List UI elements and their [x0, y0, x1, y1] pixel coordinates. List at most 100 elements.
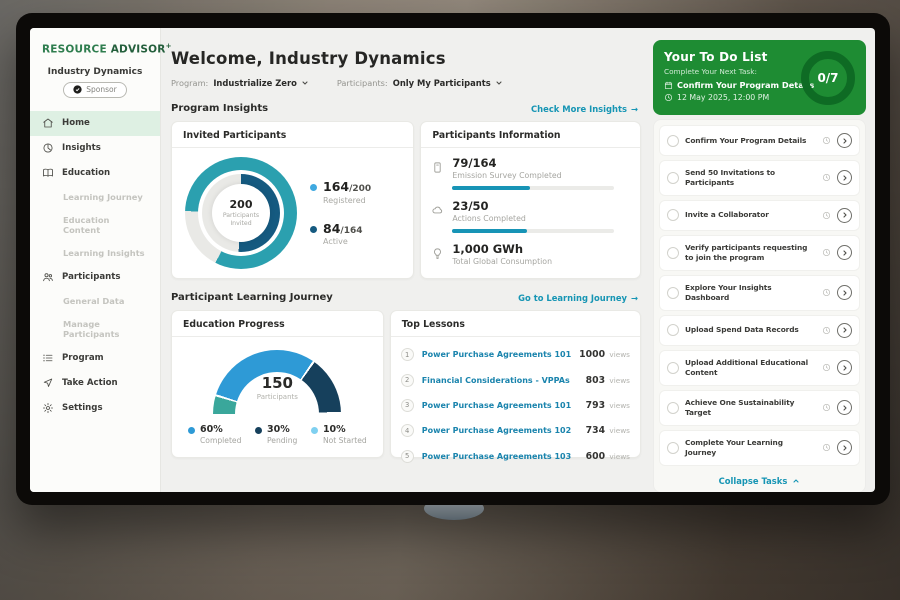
learning-cards-row: Education Progress 150 Participants 60%C…: [171, 310, 641, 458]
info-value: 79/164: [452, 157, 614, 170]
check-more-insights-label: Check More Insights: [531, 104, 627, 114]
sidebar-item-label: Education Content: [63, 215, 148, 235]
info-row-text: 23/50Actions Completed: [452, 200, 614, 233]
sidebar-item-settings[interactable]: Settings: [30, 396, 160, 421]
education-icon: [42, 167, 54, 179]
chevron-up-icon: [792, 477, 800, 485]
todo-checkbox[interactable]: [667, 324, 679, 336]
sidebar-item-participants[interactable]: Participants: [30, 265, 160, 290]
todo-item-upload-spend-data-records[interactable]: Upload Spend Data Records: [659, 315, 860, 346]
donut-center-label: Participants Invited: [219, 212, 263, 228]
take-action-icon: [42, 377, 54, 389]
gauge-legend-item: 10%Not Started: [311, 425, 367, 445]
sidebar-item-manage-participants[interactable]: Manage Participants: [30, 313, 160, 346]
todo-checkbox[interactable]: [667, 209, 679, 221]
sidebar-item-learning-journey[interactable]: Learning Journey: [30, 186, 160, 209]
todo-checkbox[interactable]: [667, 247, 679, 259]
lesson-link[interactable]: Power Purchase Agreements 101: [422, 401, 578, 410]
info-label: Actions Completed: [452, 214, 614, 223]
todo-item-label: Upload Additional Educational Content: [685, 358, 816, 378]
gauge-center: 150 Participants: [213, 374, 341, 401]
todo-checkbox[interactable]: [667, 402, 679, 414]
todo-checkbox[interactable]: [667, 287, 679, 299]
info-label: Total Global Consumption: [452, 257, 552, 266]
sidebar-nav: Home InsightsEducationLearning Journey Edu…: [30, 111, 160, 421]
sidebar-item-learning-insights[interactable]: Learning Insights: [30, 242, 160, 265]
participants-filter-select[interactable]: Only My Participants: [393, 78, 503, 88]
sponsor-badge-label: Sponsor: [86, 85, 116, 94]
todo-item-confirm-your-program-details[interactable]: Confirm Your Program Details: [659, 125, 860, 156]
sidebar-item-education-content[interactable]: Education Content: [30, 209, 160, 242]
lesson-link[interactable]: Power Purchase Agreements 101: [422, 350, 571, 359]
sidebar-item-general-data[interactable]: General Data: [30, 290, 160, 313]
legend-dot-icon: [188, 427, 195, 434]
todo-checkbox[interactable]: [667, 362, 679, 374]
todo-item-open-button[interactable]: [837, 245, 852, 260]
sidebar-item-take-action[interactable]: Take Action: [30, 371, 160, 396]
sidebar-item-insights[interactable]: Insights: [30, 136, 160, 161]
todo-progress-value: 0/7: [817, 71, 838, 85]
invited-participants-title: Invited Participants: [172, 122, 413, 148]
filter-bar: Program: Industrialize Zero Participants…: [171, 78, 641, 88]
lesson-views: 1000 views: [579, 349, 630, 360]
todo-item-label: Invite a Collaborator: [685, 210, 816, 220]
lesson-views: 734 views: [586, 425, 630, 436]
logo-advisor: ADVISOR: [111, 44, 166, 56]
todo-checkbox[interactable]: [667, 135, 679, 147]
donut-legend: 164/200Registered84/164Active: [310, 180, 371, 247]
todo-header-left: Your To Do List Complete Your Next Task:…: [664, 50, 795, 105]
info-value: 1,000 GWh: [452, 243, 552, 256]
clock-icon: [822, 403, 831, 412]
education-gauge-chart: 150 Participants: [213, 350, 341, 414]
lesson-link[interactable]: Power Purchase Agreements 102: [422, 426, 578, 435]
clock-icon: [822, 288, 831, 297]
todo-item-verify-participants-requesting-to-join-the-program[interactable]: Verify participants requesting to join t…: [659, 235, 860, 271]
education-progress-title: Education Progress: [172, 311, 383, 337]
lesson-link[interactable]: Power Purchase Agreements 103: [422, 452, 578, 461]
lesson-rank-badge: 5: [401, 450, 414, 463]
todo-next-time-row: 12 May 2025, 12:00 PM: [664, 93, 795, 102]
todo-item-open-button[interactable]: [837, 323, 852, 338]
todo-item-open-button[interactable]: [837, 170, 852, 185]
lesson-link[interactable]: Financial Considerations - VPPAs: [422, 376, 578, 385]
todo-item-achieve-one-sustainability-target[interactable]: Achieve One Sustainability Target: [659, 390, 860, 426]
todo-item-open-button[interactable]: [837, 360, 852, 375]
check-more-insights-link[interactable]: Check More Insights →: [531, 104, 638, 114]
program-insights-title: Program Insights: [171, 103, 268, 114]
progress-bar-track: [452, 186, 614, 190]
top-lessons-title: Top Lessons: [391, 311, 640, 337]
todo-checkbox[interactable]: [667, 172, 679, 184]
bulb-icon: [431, 245, 444, 258]
insights-cards-row: Invited Participants 200 Participants In…: [171, 121, 641, 279]
participants-filter: Participants: Only My Participants: [337, 78, 503, 88]
todo-item-invite-a-collaborator[interactable]: Invite a Collaborator: [659, 200, 860, 231]
sponsor-badge-icon: [73, 85, 82, 94]
todo-item-open-button[interactable]: [837, 133, 852, 148]
program-filter-select[interactable]: Industrialize Zero: [213, 78, 309, 88]
sidebar-item-program[interactable]: Program: [30, 346, 160, 371]
go-to-learning-journey-link[interactable]: Go to Learning Journey →: [518, 293, 638, 303]
todo-item-explore-your-insights-dashboard[interactable]: Explore Your Insights Dashboard: [659, 275, 860, 311]
sidebar-item-education[interactable]: Education: [30, 161, 160, 186]
sidebar-item-label: Home: [62, 118, 90, 128]
collapse-tasks-link[interactable]: Collapse Tasks: [659, 470, 860, 491]
todo-item-open-button[interactable]: [837, 285, 852, 300]
sidebar-item-home[interactable]: Home: [30, 111, 160, 136]
todo-next-task-row: Confirm Your Program Details: [664, 80, 795, 90]
todo-item-complete-your-learning-journey[interactable]: Complete Your Learning Journey: [659, 430, 860, 466]
program-filter-value: Industrialize Zero: [213, 78, 297, 88]
lesson-row: 1Power Purchase Agreements 1011000 views: [401, 342, 630, 367]
todo-item-upload-additional-educational-content[interactable]: Upload Additional Educational Content: [659, 350, 860, 386]
logo-resource: RESOURCE: [42, 44, 107, 56]
todo-item-send-50-invitations-to-participants[interactable]: Send 50 Invitations to Participants: [659, 160, 860, 196]
gauge-legend-value: 10%: [323, 425, 367, 435]
arrow-right-icon: →: [631, 104, 638, 114]
todo-item-open-button[interactable]: [837, 440, 852, 455]
sidebar-item-label: Manage Participants: [63, 319, 148, 339]
survey-icon: [431, 159, 444, 172]
clock-icon: [822, 443, 831, 452]
gauge-legend-value: 30%: [267, 425, 297, 435]
todo-item-open-button[interactable]: [837, 400, 852, 415]
todo-checkbox[interactable]: [667, 442, 679, 454]
todo-item-open-button[interactable]: [837, 208, 852, 223]
